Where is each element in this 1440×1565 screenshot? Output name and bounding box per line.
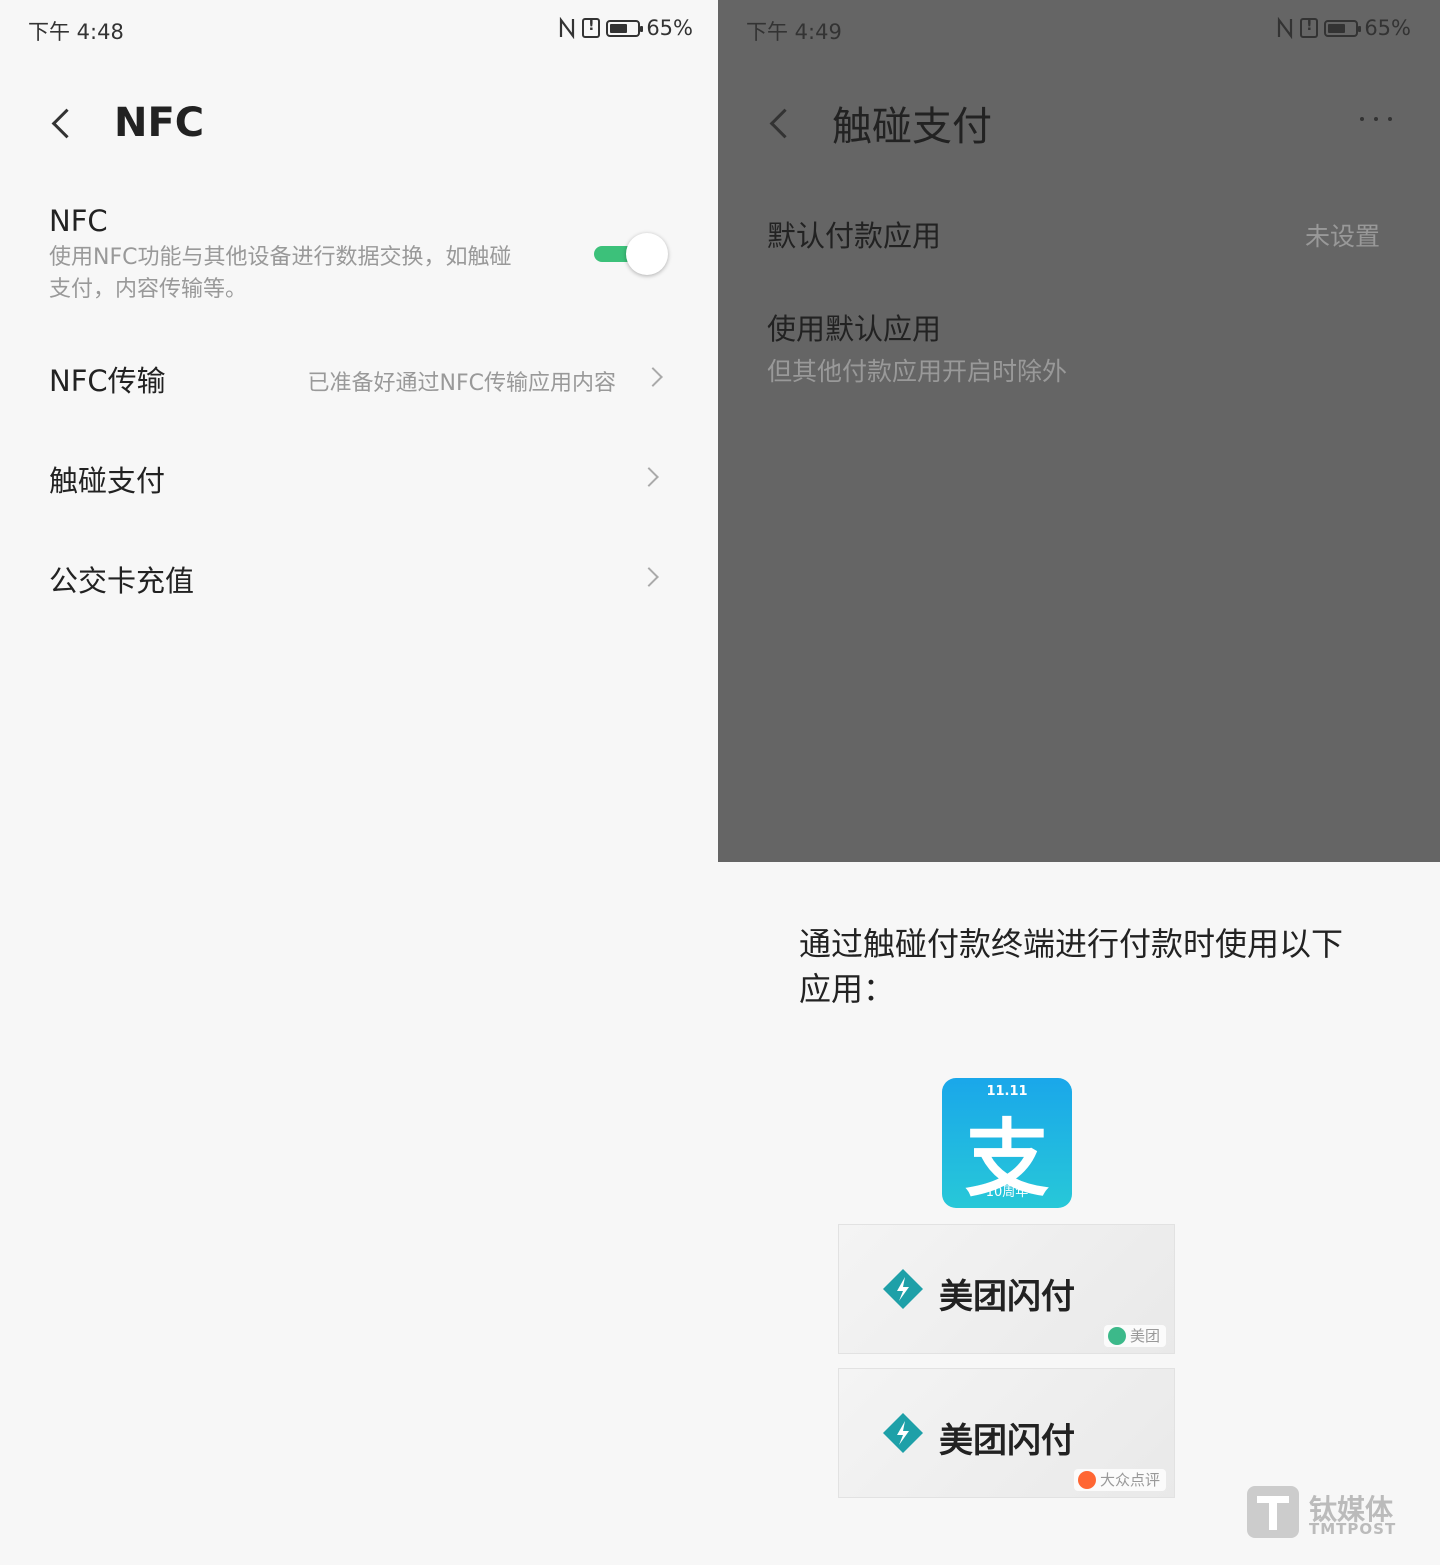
status-icons: 65% [558, 16, 693, 40]
page-header: 触碰支付 [766, 95, 992, 151]
battery-percent: 65% [1364, 16, 1411, 40]
back-icon[interactable] [48, 103, 78, 143]
status-bar: 下午 4:48 65% [28, 16, 693, 46]
card-brand-label: 大众点评 [1099, 1471, 1160, 1489]
use-default-subtitle: 但其他付款应用开启时除外 [767, 357, 1068, 386]
tap-pay-title: 触碰支付 [49, 464, 166, 498]
meituan-pay-logo [883, 1413, 923, 1453]
alert-icon [582, 18, 601, 38]
tmtpost-logo-icon [1247, 1486, 1299, 1538]
battery-icon [606, 19, 644, 37]
card-name: 美团闪付 [939, 1421, 1075, 1461]
meituan-pay-logo [883, 1269, 923, 1309]
battery-fill [1328, 23, 1346, 33]
nfc-description: 使用NFC功能与其他设备进行数据交换，如触碰支付，内容传输等。 [49, 245, 512, 302]
status-time: 下午 4:49 [746, 20, 842, 44]
watermark-en: TMTPOST [1309, 1520, 1397, 1538]
alert-icon [1300, 18, 1319, 38]
meituan-brand-icon [1107, 1327, 1126, 1345]
battery-icon [1324, 19, 1362, 37]
screenshot-root: 下午 4:48 65% NFC NFC 使用NFC功能与其他设备进行数据交换，如… [0, 0, 1440, 1565]
nfc-transfer-title: NFC传输 [49, 364, 166, 398]
use-default-app-row[interactable]: 使用默认应用 但其他付款应用开启时除外 [718, 300, 1440, 400]
dianping-pay-card[interactable]: 美团闪付 大众点评 [838, 1368, 1175, 1498]
status-icons: 65% [1276, 16, 1411, 40]
nfc-title: NFC [49, 204, 108, 238]
back-icon[interactable] [766, 103, 796, 143]
tmtpost-watermark: 钛媒体 TMTPOST [1247, 1486, 1397, 1542]
page-title: 触碰支付 [832, 104, 992, 150]
meituan-pay-card[interactable]: 美团闪付 美团 [838, 1224, 1175, 1354]
more-icon[interactable] [1360, 104, 1392, 134]
nfc-transfer-value: 已准备好通过NFC传输应用内容 [307, 371, 616, 396]
default-app-value: 未设置 [1304, 222, 1380, 251]
battery-fill [610, 23, 628, 33]
list-item-nfc-transfer[interactable]: NFC传输 已准备好通过NFC传输应用内容 [0, 350, 718, 410]
toggle-knob [626, 233, 668, 275]
default-app-title: 默认付款应用 [767, 219, 942, 253]
nfc-icon [560, 17, 575, 39]
card-brand: 大众点评 [1073, 1469, 1166, 1491]
chevron-right-icon [643, 367, 663, 387]
nfc-icon [1278, 17, 1293, 39]
page-header: NFC [48, 95, 204, 151]
card-brand-label: 美团 [1129, 1327, 1160, 1345]
battery-percent: 65% [646, 16, 693, 40]
tap-pay-screen-dimmed: 下午 4:49 65% 触碰支付 默认付款应用 未设置 使用默认应用 但其他付款… [718, 0, 1440, 862]
chevron-right-icon [639, 467, 659, 487]
chevron-right-icon [639, 567, 659, 587]
alipay-app-icon[interactable]: 11.11 支 10周年 [942, 1078, 1072, 1208]
use-default-title: 使用默认应用 [767, 312, 942, 346]
card-brand: 美团 [1103, 1325, 1166, 1347]
dialog-message: 通过触碰付款终端进行付款时使用以下应用： [799, 925, 1344, 1008]
page-title: NFC [114, 100, 205, 146]
payment-app-dialog: 通过触碰付款终端进行付款时使用以下应用： 11.11 支 10周年 美团闪付 美… [718, 862, 1440, 1565]
list-item-transit-topup[interactable]: 公交卡充值 [0, 550, 718, 610]
card-name: 美团闪付 [939, 1277, 1075, 1317]
dianping-brand-icon [1077, 1471, 1096, 1489]
nfc-toggle[interactable] [594, 233, 668, 275]
status-bar: 下午 4:49 65% [746, 16, 1411, 46]
list-item-tap-pay[interactable]: 触碰支付 [0, 450, 718, 510]
alipay-bottom-label: 10周年 [985, 1185, 1029, 1200]
nfc-settings-screen: 下午 4:48 65% NFC NFC 使用NFC功能与其他设备进行数据交换，如… [0, 0, 718, 1565]
status-time: 下午 4:48 [28, 20, 124, 44]
transit-topup-title: 公交卡充值 [49, 564, 195, 598]
default-payment-app-row[interactable]: 默认付款应用 未设置 [718, 205, 1440, 265]
